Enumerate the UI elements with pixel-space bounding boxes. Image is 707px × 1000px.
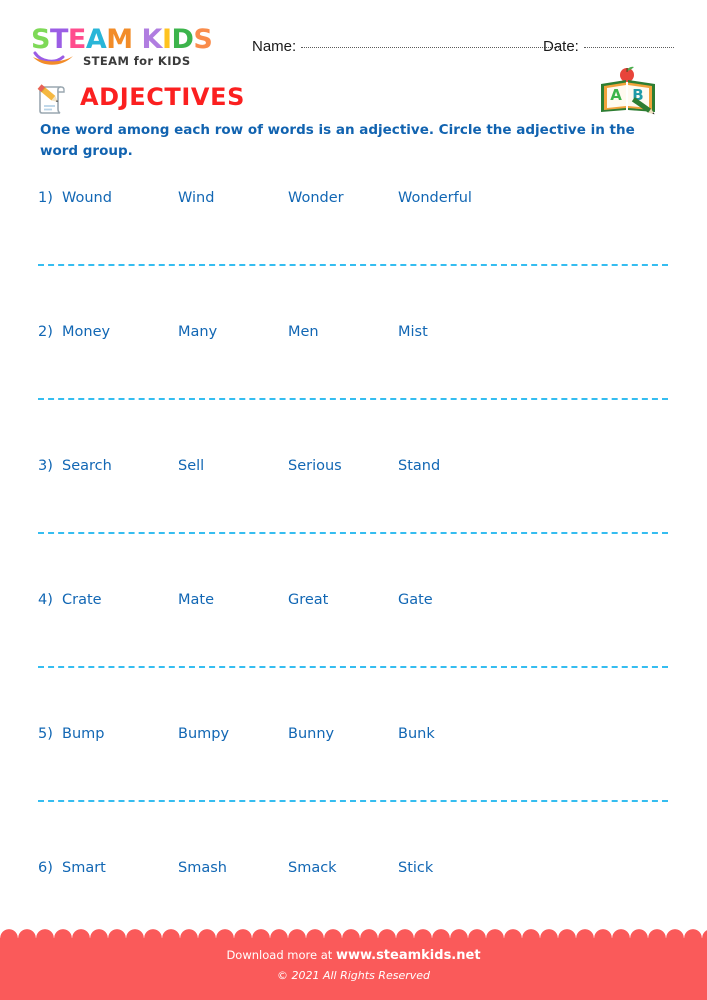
logo-letter-4: M bbox=[106, 24, 133, 55]
question-row: 3) Search Sell Serious Stand bbox=[0, 458, 707, 592]
question-row: 4) Crate Mate Great Gate bbox=[0, 592, 707, 726]
row-separator bbox=[38, 264, 668, 266]
question-number: 1) bbox=[38, 190, 53, 206]
word-option[interactable]: Wound bbox=[62, 190, 112, 206]
question-row: 1) Wound Wind Wonder Wonderful bbox=[0, 190, 707, 324]
name-label: Name: bbox=[252, 38, 297, 55]
footer-website-link[interactable]: www.steamkids.net bbox=[336, 948, 481, 963]
word-option[interactable]: Mist bbox=[398, 324, 428, 340]
word-option[interactable]: Smack bbox=[288, 860, 337, 876]
svg-text:A: A bbox=[610, 86, 622, 104]
logo-swoosh-icon bbox=[33, 51, 73, 65]
question-number: 4) bbox=[38, 592, 53, 608]
logo-letter-3: A bbox=[85, 24, 107, 55]
date-input-line[interactable] bbox=[583, 47, 674, 48]
row-separator bbox=[38, 800, 668, 802]
word-option[interactable]: Men bbox=[288, 324, 319, 340]
page-footer: Download more at www.steamkids.net © 202… bbox=[0, 929, 707, 1000]
word-option[interactable]: Wind bbox=[178, 190, 214, 206]
question-number: 6) bbox=[38, 860, 53, 876]
word-option[interactable]: Stick bbox=[398, 860, 433, 876]
instructions-text: One word among each row of words is an a… bbox=[40, 122, 635, 159]
word-option[interactable]: Bump bbox=[62, 726, 104, 742]
word-option[interactable]: Search bbox=[62, 458, 112, 474]
word-option[interactable]: Bunny bbox=[288, 726, 334, 742]
word-group: 4) Crate Mate Great Gate bbox=[0, 592, 707, 616]
word-option[interactable]: Bunk bbox=[398, 726, 435, 742]
word-group: 3) Search Sell Serious Stand bbox=[0, 458, 707, 482]
footer-download-line: Download more at www.steamkids.net bbox=[0, 948, 707, 963]
worksheet-page: STEAM KIDS STEAM for KIDS Name: Date: AD… bbox=[0, 0, 707, 1000]
footer-scallop-edge bbox=[0, 929, 707, 947]
question-row: 2) Money Many Men Mist bbox=[0, 324, 707, 458]
footer-download-prefix: Download more at bbox=[226, 948, 336, 962]
word-option[interactable]: Great bbox=[288, 592, 328, 608]
steam-kids-logo: STEAM KIDS STEAM for KIDS bbox=[31, 26, 231, 70]
questions-list: 1) Wound Wind Wonder Wonderful 2) Money Many Men… bbox=[0, 190, 707, 994]
question-number: 2) bbox=[38, 324, 53, 340]
logo-tagline: STEAM for KIDS bbox=[83, 54, 191, 68]
word-option[interactable]: Smash bbox=[178, 860, 227, 876]
word-option[interactable]: Money bbox=[62, 324, 110, 340]
logo-letter-5 bbox=[133, 26, 142, 53]
word-option[interactable]: Sell bbox=[178, 458, 204, 474]
word-option[interactable]: Serious bbox=[288, 458, 342, 474]
word-group: 2) Money Many Men Mist bbox=[0, 324, 707, 348]
word-option[interactable]: Gate bbox=[398, 592, 433, 608]
word-option[interactable]: Wonder bbox=[288, 190, 344, 206]
name-input-line[interactable] bbox=[301, 47, 560, 48]
word-option[interactable]: Crate bbox=[62, 592, 102, 608]
date-label: Date: bbox=[543, 38, 579, 55]
row-separator bbox=[38, 532, 668, 534]
row-separator bbox=[38, 398, 668, 400]
pencil-paper-icon bbox=[37, 84, 65, 114]
row-separator bbox=[38, 666, 668, 668]
abc-book-icon: A B bbox=[601, 66, 655, 115]
logo-letter-7: I bbox=[161, 24, 172, 55]
word-option[interactable]: Mate bbox=[178, 592, 214, 608]
logo-letter-9: S bbox=[193, 24, 213, 55]
page-title: ADJECTIVES bbox=[80, 83, 245, 111]
question-row: 5) Bump Bumpy Bunny Bunk bbox=[0, 726, 707, 860]
word-option[interactable]: Stand bbox=[398, 458, 440, 474]
date-field[interactable]: Date: bbox=[543, 38, 674, 55]
word-option[interactable]: Smart bbox=[62, 860, 106, 876]
question-number: 3) bbox=[38, 458, 53, 474]
footer-copyright: © 2021 All Rights Reserved bbox=[276, 969, 430, 982]
word-group: 5) Bump Bumpy Bunny Bunk bbox=[0, 726, 707, 750]
word-option[interactable]: Bumpy bbox=[178, 726, 229, 742]
word-group: 6) Smart Smash Smack Stick bbox=[0, 860, 707, 884]
word-group: 1) Wound Wind Wonder Wonderful bbox=[0, 190, 707, 214]
question-number: 5) bbox=[38, 726, 53, 742]
logo-letter-6: K bbox=[141, 24, 163, 55]
name-field[interactable]: Name: bbox=[252, 38, 560, 55]
page-header: STEAM KIDS STEAM for KIDS Name: Date: bbox=[0, 0, 707, 70]
word-option[interactable]: Wonderful bbox=[398, 190, 472, 206]
logo-letter-8: D bbox=[171, 24, 194, 55]
word-option[interactable]: Many bbox=[178, 324, 217, 340]
